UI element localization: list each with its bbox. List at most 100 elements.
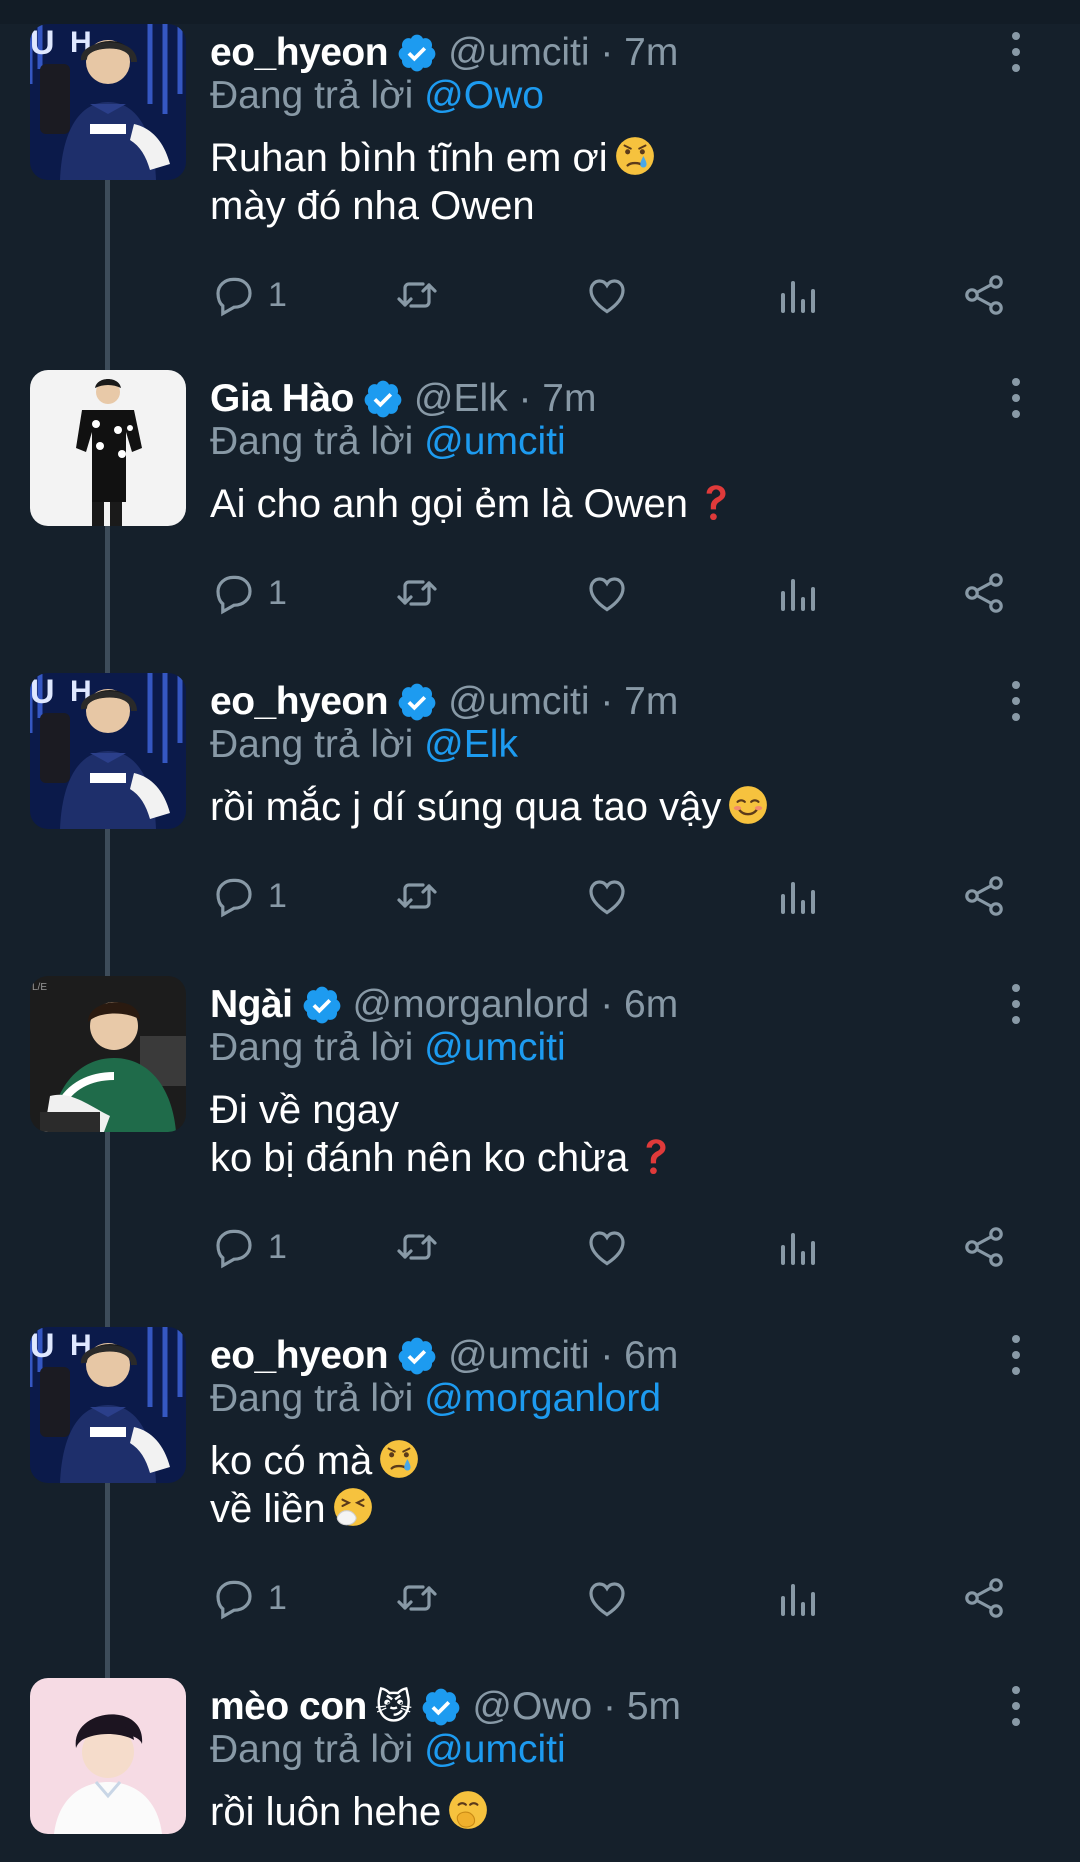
tweet-header: Gia Hào @Elk · 7m: [210, 374, 596, 424]
reply-icon: [210, 271, 258, 319]
tweet-text: Ruhan bình tĩnh em ơi mày đó nha Owen: [210, 134, 656, 230]
display-name[interactable]: Ngài: [210, 983, 293, 1027]
tweet-actions: 1: [210, 1568, 1030, 1628]
replying-to-prefix: Đang trả lời: [210, 1026, 425, 1069]
tweet-text-content: Ruhan bình tĩnh em ơi: [210, 136, 608, 180]
avatar[interactable]: UH: [30, 673, 186, 829]
like-button[interactable]: [583, 866, 631, 926]
tweet-text: Đi về ngay ko bị đánh nên ko chừa: [210, 1086, 676, 1182]
reply-button[interactable]: 1: [210, 563, 287, 623]
like-button[interactable]: [583, 265, 631, 325]
avatar[interactable]: UH: [30, 1327, 186, 1483]
tweet-text-content: Đi về ngay: [210, 1088, 399, 1132]
retweet-button[interactable]: [393, 866, 441, 926]
retweet-button[interactable]: [393, 1217, 441, 1277]
more-options-icon[interactable]: [1004, 1682, 1028, 1730]
replying-to: Đang trả lời @umciti: [210, 1728, 566, 1772]
like-button[interactable]: [583, 1217, 631, 1277]
handle-and-time[interactable]: @umciti · 6m: [448, 1334, 678, 1378]
question-mark-icon: [694, 481, 736, 523]
like-icon: [583, 569, 631, 617]
avatar[interactable]: L/E: [30, 976, 186, 1132]
handle-and-time[interactable]: @umciti · 7m: [448, 680, 678, 724]
verified-badge-icon: [396, 681, 438, 723]
handle-and-time[interactable]: @Owo · 5m: [472, 1685, 681, 1729]
replying-to-prefix: Đang trả lời: [210, 1728, 425, 1771]
share-button[interactable]: [960, 1217, 1008, 1277]
views-button[interactable]: [773, 1217, 821, 1277]
svg-text:L/E: L/E: [32, 982, 47, 993]
verified-badge-icon: [396, 1335, 438, 1377]
views-button[interactable]: [773, 1568, 821, 1628]
share-icon: [960, 872, 1008, 920]
reply-count: 1: [268, 573, 287, 612]
display-name[interactable]: eo_hyeon: [210, 1334, 389, 1378]
handle-and-time[interactable]: @umciti · 7m: [448, 31, 678, 75]
mention-link[interactable]: @morganlord: [424, 1377, 661, 1420]
replying-to: Đang trả lời @Owo: [210, 74, 544, 118]
reply-button[interactable]: 1: [210, 866, 287, 926]
reply-button[interactable]: 1: [210, 1217, 287, 1277]
verified-badge-icon: [420, 1686, 462, 1728]
share-button[interactable]: [960, 1568, 1008, 1628]
mention-link[interactable]: @Owo: [424, 74, 544, 117]
sneezing-face-icon: [332, 1486, 374, 1528]
display-name[interactable]: mèo con: [210, 1685, 367, 1729]
mention-link[interactable]: @umciti: [424, 1728, 565, 1771]
replying-to: Đang trả lời @umciti: [210, 420, 566, 464]
retweet-button[interactable]: [393, 563, 441, 623]
tweet-actions: 1: [210, 1217, 1030, 1277]
tweet-text-line: Ruhan bình tĩnh em ơi: [210, 134, 656, 182]
tweet-text-line: Đi về ngay: [210, 1086, 676, 1134]
more-options-icon[interactable]: [1004, 374, 1028, 422]
tweet-actions: 1: [210, 563, 1030, 623]
display-name[interactable]: eo_hyeon: [210, 680, 389, 724]
views-button[interactable]: [773, 563, 821, 623]
more-options-icon[interactable]: [1004, 1331, 1028, 1379]
avatar[interactable]: [30, 1678, 186, 1834]
avatar[interactable]: UH: [30, 24, 186, 180]
like-button[interactable]: [583, 563, 631, 623]
tweet-actions: 1: [210, 866, 1030, 926]
thread-connector-line: [105, 1483, 110, 1678]
verified-badge-icon: [362, 378, 404, 420]
share-icon: [960, 1574, 1008, 1622]
share-button[interactable]: [960, 866, 1008, 926]
tweet-text-line: Ai cho anh gọi ẻm là Owen: [210, 480, 736, 528]
retweet-button[interactable]: [393, 1568, 441, 1628]
views-icon: [773, 569, 821, 617]
reply-icon: [210, 569, 258, 617]
like-button[interactable]: [583, 1568, 631, 1628]
more-options-icon[interactable]: [1004, 677, 1028, 725]
retweet-icon: [393, 872, 441, 920]
tweet-header: eo_hyeon @umciti · 7m: [210, 28, 678, 78]
mention-link[interactable]: @umciti: [424, 1026, 565, 1069]
views-button[interactable]: [773, 265, 821, 325]
reply-count: 1: [268, 1227, 287, 1266]
reply-button[interactable]: 1: [210, 265, 287, 325]
reply-button[interactable]: 1: [210, 1568, 287, 1628]
handle-and-time[interactable]: @Elk · 7m: [414, 377, 597, 421]
display-name[interactable]: Gia Hào: [210, 377, 354, 421]
more-options-icon[interactable]: [1004, 28, 1028, 76]
views-button[interactable]: [773, 866, 821, 926]
replying-to-prefix: Đang trả lời: [210, 420, 425, 463]
share-button[interactable]: [960, 265, 1008, 325]
display-name[interactable]: eo_hyeon: [210, 31, 389, 75]
handle-and-time[interactable]: @morganlord · 6m: [353, 983, 679, 1027]
tweet-text-line: rồi luôn hehe: [210, 1788, 489, 1836]
mention-link[interactable]: @Elk: [424, 723, 518, 766]
retweet-icon: [393, 1574, 441, 1622]
tweet-header: Ngài @morganlord · 6m: [210, 980, 678, 1030]
avatar[interactable]: [30, 370, 186, 526]
like-icon: [583, 271, 631, 319]
cat-face-icon: 😼: [374, 1686, 413, 1727]
replying-to: Đang trả lời @morganlord: [210, 1377, 661, 1421]
more-options-icon[interactable]: [1004, 980, 1028, 1028]
tweet-text-content: mày đó nha Owen: [210, 184, 535, 228]
share-button[interactable]: [960, 563, 1008, 623]
retweet-button[interactable]: [393, 265, 441, 325]
mention-link[interactable]: @umciti: [424, 420, 565, 463]
views-icon: [773, 872, 821, 920]
tweet-text: rồi luôn hehe: [210, 1788, 489, 1836]
